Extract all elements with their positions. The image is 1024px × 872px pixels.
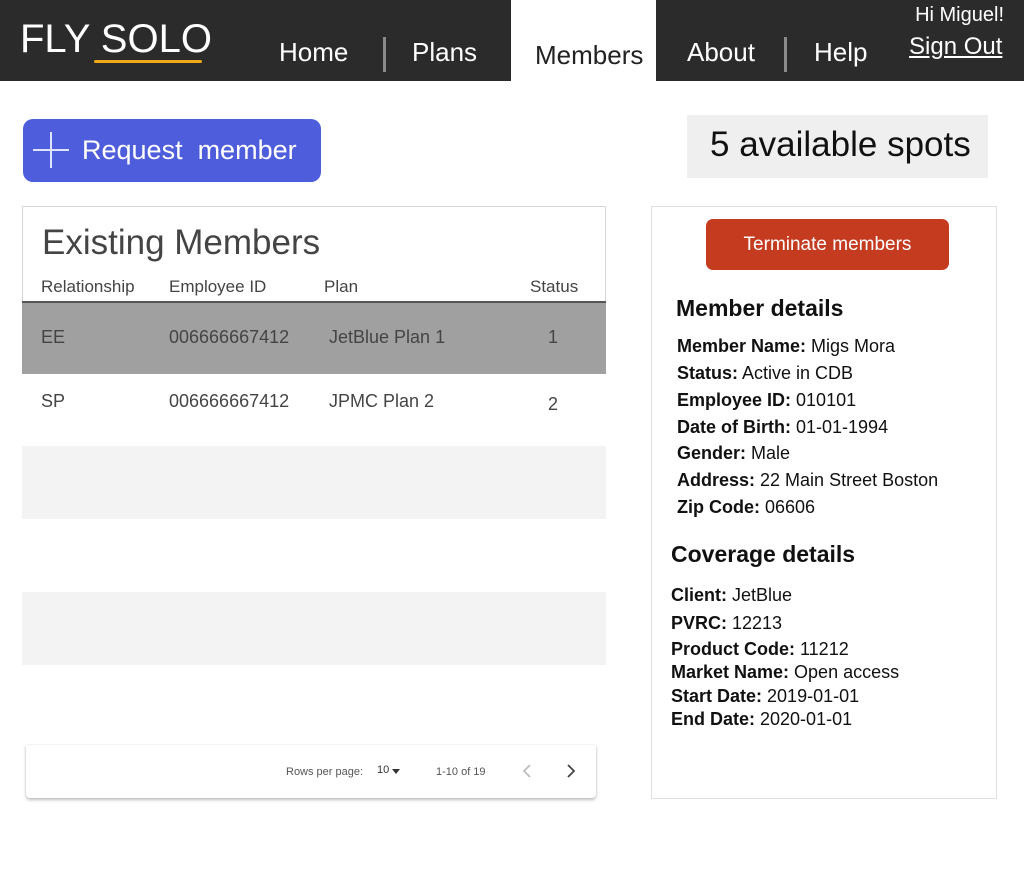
coverage-client-field: Client: JetBlue: [671, 585, 793, 605]
logo-underline: [94, 60, 202, 63]
chevron-right-icon[interactable]: [561, 759, 581, 783]
table-pagination: Rows per page: 10 1-10 of 19: [26, 745, 596, 798]
nav-help[interactable]: Help: [814, 36, 867, 68]
nav-separator: [784, 37, 787, 72]
rows-per-page-select[interactable]: 10: [377, 763, 389, 777]
cell-employee-id: 006666667412: [169, 391, 290, 411]
coverage-start-date-field: Start Date: 2019-01-01: [671, 686, 860, 706]
coverage-market-name-field: Market Name: Open access: [671, 662, 900, 682]
cell-employee-id: 006666667412: [169, 327, 290, 347]
sign-out-link[interactable]: Sign Out: [909, 32, 1002, 62]
column-header-employee-id[interactable]: Employee ID: [169, 277, 266, 297]
member-name-field: Member Name: Migs Mora: [677, 336, 896, 356]
table-row-empty: [22, 519, 606, 592]
member-details-title: Member details: [676, 295, 844, 321]
member-gender-field: Gender: Male: [677, 443, 791, 463]
available-spots-label: 5 available spots: [710, 125, 971, 164]
chevron-left-icon[interactable]: [517, 759, 537, 783]
plus-icon: [33, 132, 69, 168]
table-row-empty: [22, 592, 606, 665]
table-row[interactable]: SP 006666667412 JPMC Plan 2 2: [22, 374, 606, 446]
existing-members-card: Existing Members Relationship Employee I…: [22, 206, 606, 301]
column-header-status[interactable]: Status: [530, 277, 578, 297]
member-employee-id-field: Employee ID: 010101: [677, 390, 857, 410]
column-header-plan[interactable]: Plan: [324, 277, 358, 297]
nav-members[interactable]: Members: [535, 39, 643, 71]
terminate-members-label: Terminate members: [743, 234, 912, 255]
caret-down-icon[interactable]: [392, 769, 400, 774]
cell-plan: JPMC Plan 2: [329, 391, 435, 411]
coverage-pvrc-field: PVRC: 12213: [671, 613, 783, 633]
member-dob-field: Date of Birth: 01-01-1994: [677, 417, 889, 437]
nav-separator: [383, 37, 386, 72]
request-member-button[interactable]: Request member: [23, 119, 321, 182]
member-zip-field: Zip Code: 06606: [677, 497, 816, 517]
rows-per-page-label: Rows per page:: [286, 766, 364, 778]
cell-plan: JetBlue Plan 1: [329, 327, 446, 347]
cell-relationship: EE: [41, 327, 66, 347]
cell-status: 2: [548, 394, 559, 414]
existing-members-title: Existing Members: [42, 223, 321, 262]
table-row-selected[interactable]: EE 006666667412 JetBlue Plan 1 1: [22, 303, 606, 374]
table-row-empty: [22, 446, 606, 519]
member-address-field: Address: 22 Main Street Boston: [677, 470, 939, 490]
coverage-end-date-field: End Date: 2020-01-01: [671, 709, 853, 729]
logo[interactable]: FLY SOLO: [20, 16, 212, 62]
nav-home[interactable]: Home: [279, 36, 348, 68]
user-greeting: Hi Miguel!: [915, 4, 1004, 26]
coverage-product-code-field: Product Code: 11212: [671, 639, 849, 659]
nav-about[interactable]: About: [687, 36, 755, 68]
pagination-range: 1-10 of 19: [436, 766, 486, 778]
member-status-field: Status: Active in CDB: [677, 363, 854, 383]
coverage-details-title: Coverage details: [671, 541, 856, 567]
cell-status: 1: [548, 327, 559, 347]
cell-relationship: SP: [41, 391, 66, 411]
nav-plans[interactable]: Plans: [412, 36, 477, 68]
request-member-label: Request member: [82, 135, 297, 165]
available-spots-badge: 5 available spots: [687, 115, 988, 178]
column-header-relationship[interactable]: Relationship: [41, 277, 135, 297]
terminate-members-button[interactable]: Terminate members: [706, 219, 949, 270]
